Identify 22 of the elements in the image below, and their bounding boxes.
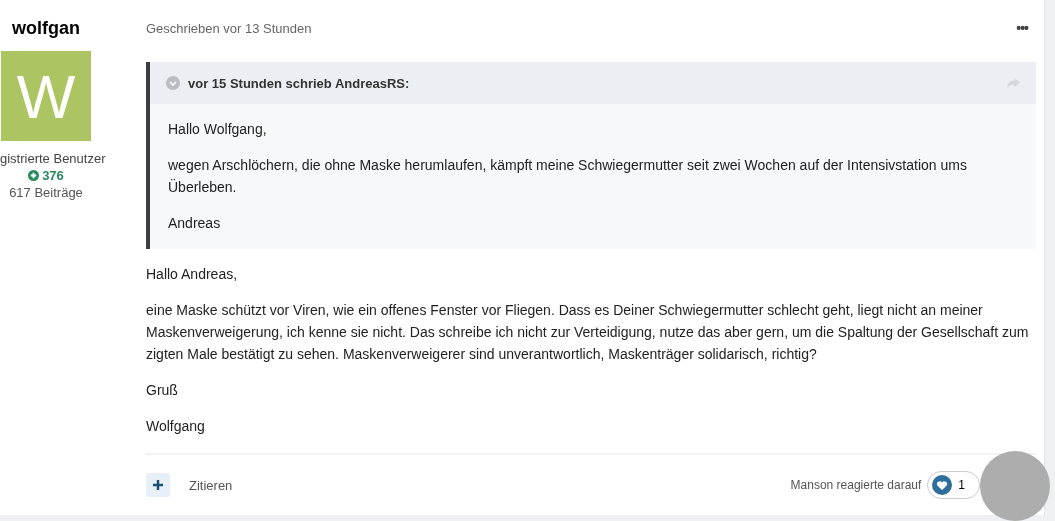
post-paragraph: Hallo Andreas,: [146, 265, 239, 284]
reputation-count: 376: [42, 168, 64, 183]
quote-paragraph: Andreas: [168, 214, 222, 233]
plus-icon: [153, 480, 163, 490]
user-group: gistrierte Benutzer: [0, 151, 106, 166]
post-paragraph: Wolfgang: [146, 417, 206, 436]
multiquote-button[interactable]: [146, 473, 170, 497]
post-paragraph: Gruß: [146, 381, 179, 400]
reaction-text[interactable]: Manson reagierte darauf: [790, 478, 922, 492]
reaction-button[interactable]: 1: [927, 471, 980, 499]
quote-header: vor 15 Stunden schrieb AndreasRS:: [188, 75, 411, 91]
post-date: Geschrieben vor 13 Stunden: [146, 20, 312, 36]
quote-paragraph: wegen Arschlöchern, die ohne Maske herumlaufen, kämpft meine Schwiegermutter seit zwei Wochen auf der Intensivstation ums Überleben.: [168, 156, 968, 197]
share-arrow-icon[interactable]: [1007, 77, 1020, 89]
more-menu[interactable]: •••: [1016, 20, 1028, 36]
chevron-circle-icon[interactable]: [166, 76, 180, 90]
quote-paragraph: Hallo Wolfgang,: [168, 120, 268, 139]
author-name[interactable]: wolfgan: [12, 18, 80, 39]
quote-link[interactable]: Zitieren: [189, 477, 233, 493]
post-paragraph: eine Maske schützt vor Viren, wie ein offenes Fenster vor Fliegen. Dass es Deiner Schwiegermutter schlecht geht, liegt nicht an meiner Maskenverweigerung, ich kenne sie nicht. Das schreibe ich nicht zur Verteidigung, nutze das aber gern, um die Spaltung der Gesellschaft zum zigten Male bestätigt zu sehen. Maskenverweigerer sind unverantwortlich, Maskenträger solidarisch, richtig?: [146, 301, 1030, 364]
plus-circle-icon: [28, 170, 40, 181]
post-count: 617 Beiträge: [9, 185, 83, 200]
